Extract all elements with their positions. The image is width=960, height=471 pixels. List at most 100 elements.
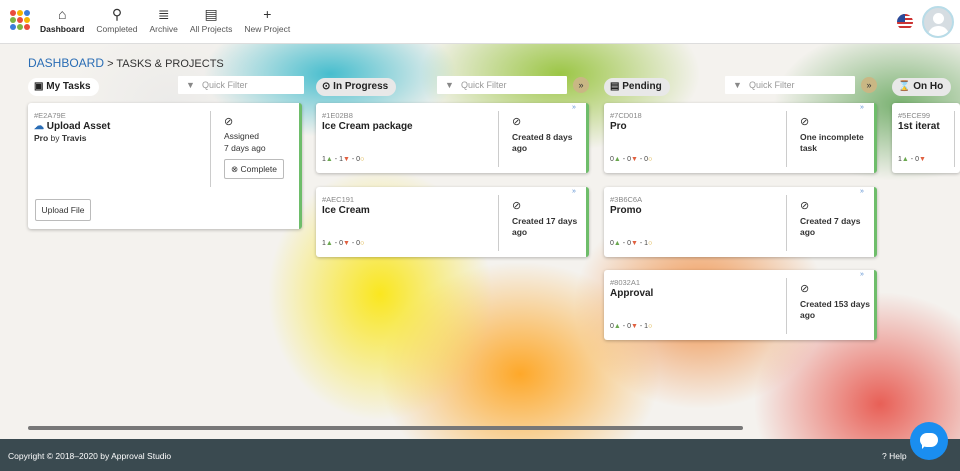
column-header-pending: ▤ Pending ▼ Quick Filter » (604, 76, 880, 96)
horizontal-scrollbar[interactable] (28, 426, 743, 430)
thumbs-up-icon: ▲ (613, 240, 621, 247)
card-divider (786, 195, 787, 251)
in-progress-quick-filter[interactable]: ▼ Quick Filter (437, 76, 567, 94)
vote-counts: 0▲ - 0▼ - 0○ (610, 156, 653, 163)
clock-icon: ⊘ (800, 116, 810, 128)
task-project-owner: Pro by Travis (34, 133, 87, 143)
project-card[interactable]: » #8032A1 Approval ⊘ Created 153 days ago… (604, 270, 877, 340)
breadcrumb: DASHBOARD > TASKS & PROJECTS (28, 56, 224, 70)
pending-quick-filter[interactable]: ▼ Quick Filter (725, 76, 855, 94)
project-id: #3B6C6A (610, 195, 643, 204)
task-status-label: Assigned (224, 131, 259, 141)
card-divider (786, 278, 787, 334)
check-circle-icon: ⊗ (231, 164, 239, 174)
my-tasks-title: ▣ My Tasks (28, 78, 99, 96)
thumbs-down-icon: ▼ (630, 323, 638, 330)
project-card[interactable]: #5ECE99 1st iterat 1▲ - 0▼ (892, 103, 960, 173)
vote-counts: 0▲ - 0▼ - 1○ (610, 323, 653, 330)
collapse-chevron-icon[interactable]: » (573, 77, 589, 93)
expand-chevron-icon[interactable]: » (860, 104, 864, 111)
task-title: ☁ Upload Asset (34, 121, 111, 132)
help-link[interactable]: ? Help (882, 451, 907, 461)
thumbs-up-icon: ▲ (901, 156, 909, 163)
filter-icon: ▼ (733, 80, 742, 90)
vote-counts: 1▲ - 1▼ - 0○ (322, 156, 365, 163)
us-flag-icon[interactable] (897, 14, 913, 30)
project-title: Pro (610, 121, 627, 132)
expand-chevron-icon[interactable]: » (572, 188, 576, 195)
help-icon: ? (882, 451, 887, 461)
thumbs-up-icon: ▲ (613, 156, 621, 163)
my-tasks-quick-filter[interactable]: ▼ Quick Filter (178, 76, 304, 94)
thumbs-down-icon: ▼ (342, 156, 350, 163)
hourglass-icon: ⌛ (898, 81, 911, 92)
card-divider (786, 111, 787, 167)
pending-icon: ▤ (610, 81, 620, 92)
project-title: Promo (610, 205, 642, 216)
column-header-on-hold: ⌛ On Ho (892, 76, 960, 96)
project-id: #7CD018 (610, 111, 642, 120)
nav-label: New Project (244, 24, 291, 34)
project-title: 1st iterat (898, 121, 940, 132)
thumbs-down-icon: ▼ (630, 156, 638, 163)
collapse-chevron-icon[interactable]: » (861, 77, 877, 93)
vote-counts: 0▲ - 0▼ - 1○ (610, 240, 653, 247)
vote-counts: 1▲ - 0▼ (898, 156, 926, 163)
project-title: Ice Cream (322, 205, 370, 216)
thumbs-down-icon: ▼ (918, 156, 926, 163)
expand-chevron-icon[interactable]: » (860, 271, 864, 278)
project-card[interactable]: » #7CD018 Pro ⊘ One incomplete task 0▲ - … (604, 103, 877, 173)
nav-all-projects[interactable]: ▤ All Projects (190, 4, 233, 34)
search-icon: ⚲ (111, 6, 123, 22)
progress-icon: ⊙ (322, 81, 331, 92)
app-logo[interactable] (10, 10, 30, 30)
expand-chevron-icon[interactable]: » (572, 104, 576, 111)
upload-file-button[interactable]: Upload File (35, 199, 91, 221)
task-card-upload-asset[interactable]: #E2A79E ☁ Upload Asset Pro by Travis ⊘ A… (28, 103, 302, 229)
top-navigation-bar: ⌂ Dashboard ⚲ Completed ≣ Archive ▤ All … (0, 0, 960, 44)
card-divider (954, 111, 955, 167)
pending-title: ▤ Pending (604, 78, 670, 96)
neutral-icon: ○ (648, 240, 653, 247)
chat-bubble-icon[interactable] (910, 422, 948, 460)
filter-icon: ▼ (445, 80, 454, 90)
neutral-icon: ○ (360, 156, 365, 163)
task-status-time: 7 days ago (224, 143, 266, 153)
project-status: Created 7 days ago (800, 216, 861, 237)
nav-archive[interactable]: ≣ Archive (150, 4, 178, 34)
list-window-icon: ▤ (204, 6, 218, 22)
complete-button[interactable]: ⊗ Complete (224, 159, 284, 179)
main-nav: ⌂ Dashboard ⚲ Completed ≣ Archive ▤ All … (40, 4, 302, 34)
neutral-icon: ○ (648, 323, 653, 330)
thumbs-up-icon: ▲ (325, 240, 333, 247)
nav-new-project[interactable]: + New Project (244, 4, 290, 34)
nav-completed[interactable]: ⚲ Completed (96, 4, 137, 34)
vote-counts: 1▲ - 0▼ - 0○ (322, 240, 365, 247)
project-status: Created 8 days ago (512, 132, 573, 153)
clock-icon: ⊘ (800, 200, 810, 212)
nav-label: All Projects (189, 24, 233, 34)
nav-dashboard[interactable]: ⌂ Dashboard (40, 4, 84, 34)
expand-chevron-icon[interactable]: » (860, 188, 864, 195)
clock-icon: ⊘ (512, 200, 522, 212)
nav-label: Archive (149, 24, 178, 34)
clock-icon: ⊘ (224, 116, 234, 128)
project-card[interactable]: » #3B6C6A Promo ⊘ Created 7 days ago 0▲ -… (604, 187, 877, 257)
cloud-upload-icon: ☁ (34, 121, 44, 132)
card-divider (498, 111, 499, 167)
database-icon: ≣ (157, 6, 170, 22)
on-hold-title: ⌛ On Ho (892, 78, 952, 96)
project-status: Created 17 days ago (512, 216, 578, 237)
user-avatar[interactable] (922, 6, 954, 38)
column-header-in-progress: ⊙ In Progress ▼ Quick Filter » (316, 76, 592, 96)
project-card[interactable]: » #1E02B8 Ice Cream package ⊘ Created 8 … (316, 103, 589, 173)
project-title: Ice Cream package (322, 121, 413, 132)
thumbs-down-icon: ▼ (630, 240, 638, 247)
breadcrumb-dashboard-link[interactable]: DASHBOARD (28, 56, 104, 70)
project-id: #AEC191 (322, 195, 355, 204)
breadcrumb-current: TASKS & PROJECTS (116, 58, 224, 70)
project-card[interactable]: » #AEC191 Ice Cream ⊘ Created 17 days ago… (316, 187, 589, 257)
thumbs-up-icon: ▲ (613, 323, 621, 330)
neutral-icon: ○ (360, 240, 365, 247)
project-status: One incomplete task (800, 132, 864, 153)
